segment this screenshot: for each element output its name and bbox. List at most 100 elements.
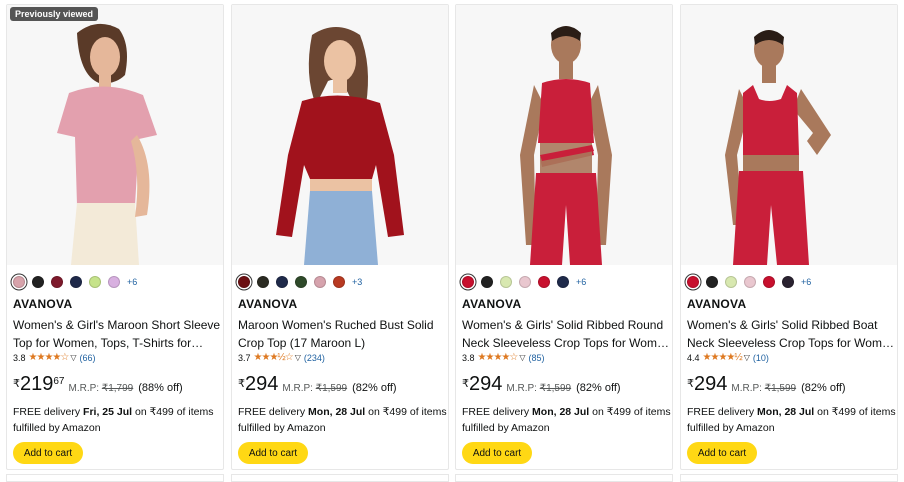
color-swatches: +6 [462,275,586,289]
star-rating-icon[interactable]: ★★★★½ [703,352,743,363]
more-colors-link[interactable]: +6 [801,277,811,287]
color-swatch[interactable] [238,276,250,288]
color-swatch[interactable] [687,276,699,288]
product-card[interactable]: Previously viewed +6 AVANOVA Women's & G… [6,4,224,470]
add-to-cart-button[interactable]: Add to cart [687,442,757,464]
color-swatch[interactable] [481,276,493,288]
product-image[interactable] [681,5,897,265]
add-to-cart-button[interactable]: Add to cart [238,442,308,464]
add-to-cart-button[interactable]: Add to cart [462,442,532,464]
product-title[interactable]: Women's & Girl's Maroon Short Sleeve Top… [13,316,221,352]
color-swatch[interactable] [32,276,44,288]
product-card[interactable]: +3 AVANOVA Maroon Women's Ruched Bust So… [231,4,449,470]
delivery-info: FREE delivery Mon, 28 Jul on ₹499 of ite… [462,404,676,436]
mrp-value: ₹1,599 [764,383,797,394]
product-grid: Previously viewed +6 AVANOVA Women's & G… [0,0,904,482]
price-currency: ₹ [462,378,469,390]
color-swatch[interactable] [108,276,120,288]
chevron-down-icon[interactable]: ▽ [295,353,301,362]
price-currency: ₹ [687,378,694,390]
product-title-line[interactable]: Maroon Women's Ruched Bust Solid [238,318,434,332]
star-rating-icon[interactable]: ★★★★☆ [478,352,519,363]
mrp-label-text: M.R.P: [282,383,313,394]
product-title[interactable]: Women's & Girls' Solid Ribbed Round Neck… [462,316,670,352]
color-swatch[interactable] [333,276,345,288]
product-title-line[interactable]: Crop Top (17 Maroon L) [238,334,446,352]
color-swatch[interactable] [706,276,718,288]
rating-value: 3.8 [462,352,475,363]
price-row: ₹ 294 M.R.P: ₹1,599 (82% off) [238,373,397,395]
review-count-link[interactable]: (234) [304,353,325,363]
delivery-suffix: on ₹499 of items [132,406,214,418]
color-swatch[interactable] [557,276,569,288]
color-swatch[interactable] [295,276,307,288]
delivery-info: FREE delivery Fri, 25 Jul on ₹499 of ite… [13,404,227,436]
more-colors-link[interactable]: +3 [352,277,362,287]
product-title-line[interactable]: Neck Sleeveless Crop Tops for Women [687,334,895,352]
color-swatch[interactable] [276,276,288,288]
product-photo [456,5,672,265]
review-count-link[interactable]: (10) [753,353,769,363]
rating-row: 3.8 ★★★★☆ ▽ (85) [462,352,545,363]
garment-bottom [304,191,378,265]
color-swatch[interactable] [500,276,512,288]
chevron-down-icon[interactable]: ▽ [519,353,525,362]
color-swatch[interactable] [462,276,474,288]
color-swatches: +3 [238,275,362,289]
product-card[interactable]: +6 AVANOVA Women's & Girls' Solid Ribbed… [680,4,898,470]
color-swatch[interactable] [519,276,531,288]
product-title-line[interactable]: Top for Women, Tops, T-Shirts for… [13,334,221,352]
chevron-down-icon[interactable]: ▽ [744,353,750,362]
fulfilled-by: fulfilled by Amazon [238,422,326,434]
mrp-value: ₹1,599 [539,383,572,394]
brand-name: AVANOVA [462,297,522,311]
color-swatch[interactable] [782,276,794,288]
more-colors-link[interactable]: +6 [127,277,137,287]
add-to-cart-button[interactable]: Add to cart [13,442,83,464]
price-currency: ₹ [13,378,20,390]
color-swatch[interactable] [725,276,737,288]
product-card[interactable]: +6 AVANOVA Women's & Girls' Solid Ribbed… [455,4,673,470]
fulfilled-by: fulfilled by Amazon [13,422,101,434]
product-title-line[interactable]: Women's & Girl's Maroon Short Sleeve [13,318,220,332]
mrp-label-text: M.R.P: [731,383,762,394]
review-count-link[interactable]: (66) [80,353,96,363]
rating-value: 4.4 [687,352,700,363]
chevron-down-icon[interactable]: ▽ [70,353,76,362]
product-title[interactable]: Maroon Women's Ruched Bust Solid Crop To… [238,316,446,352]
delivery-prefix: FREE delivery [687,406,758,418]
review-count-link[interactable]: (85) [529,353,545,363]
delivery-date: Mon, 28 Jul [308,406,366,418]
color-swatch[interactable] [70,276,82,288]
price-currency: ₹ [238,378,245,390]
price-row: ₹ 294 M.R.P: ₹1,599 (82% off) [462,373,621,395]
color-swatch[interactable] [257,276,269,288]
product-title-line[interactable]: Neck Sleeveless Crop Tops for Women [462,334,670,352]
product-image[interactable]: Previously viewed [7,5,223,265]
color-swatch[interactable] [13,276,25,288]
mrp-value: ₹1,599 [315,383,348,394]
color-swatch[interactable] [51,276,63,288]
product-title-line[interactable]: Women's & Girls' Solid Ribbed Boat [687,318,877,332]
color-swatch[interactable] [744,276,756,288]
color-swatches: +6 [13,275,137,289]
product-image[interactable] [456,5,672,265]
more-colors-link[interactable]: +6 [576,277,586,287]
color-swatch[interactable] [314,276,326,288]
mrp-label-text: M.R.P: [506,383,537,394]
next-row-card-edge [231,474,449,482]
product-image[interactable] [232,5,448,265]
star-rating-icon[interactable]: ★★★½☆ [254,352,294,363]
mrp-label: M.R.P: ₹1,599 [506,383,571,394]
brand-name: AVANOVA [238,297,298,311]
discount-percent: (82% off) [576,382,621,394]
mrp-label: M.R.P: ₹1,599 [731,383,796,394]
product-title-line[interactable]: Women's & Girls' Solid Ribbed Round [462,318,663,332]
color-swatch[interactable] [538,276,550,288]
delivery-date: Mon, 28 Jul [532,406,590,418]
color-swatch[interactable] [763,276,775,288]
star-rating-icon[interactable]: ★★★★☆ [29,352,70,363]
price-whole: 294 [694,373,728,395]
product-title[interactable]: Women's & Girls' Solid Ribbed Boat Neck … [687,316,895,352]
color-swatch[interactable] [89,276,101,288]
